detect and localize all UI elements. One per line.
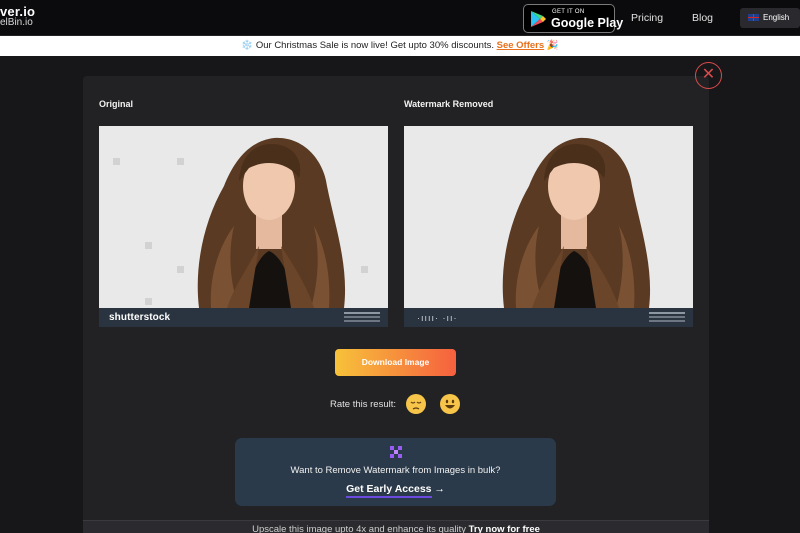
blurred-logo: ·ıııı· ·ıı·: [417, 313, 458, 323]
portrait-illustration: [99, 126, 388, 308]
google-play-caption: GET IT ON: [552, 9, 585, 15]
get-early-access-label: Get Early Access: [346, 483, 432, 498]
grid-logo-icon: [390, 446, 402, 458]
nav-pricing-link[interactable]: Pricing: [631, 12, 663, 24]
brand-subname: elBin.io: [0, 17, 33, 28]
google-play-badge[interactable]: GET IT ON Google Play: [523, 4, 623, 33]
upscale-banner: Upscale this image upto 4x and enhance i…: [83, 520, 709, 533]
original-image: shutterstock: [99, 126, 388, 327]
bulk-promo-box: Want to Remove Watermark from Images in …: [235, 438, 556, 506]
portrait-illustration-clean: [404, 126, 693, 308]
promo-text: Our Christmas Sale is now live! Get upto…: [255, 40, 494, 51]
image-id-text: [344, 312, 380, 314]
try-now-link[interactable]: Try now for free: [469, 524, 540, 533]
upscale-text: Upscale this image upto 4x and enhance i…: [252, 524, 466, 533]
cleaned-strip: ·ıııı· ·ıı·: [404, 308, 693, 327]
watermark-strip: shutterstock: [99, 308, 388, 327]
brand-logo[interactable]: ver.io elBin.io: [0, 4, 36, 28]
watermark-removed-label: Watermark Removed: [404, 99, 494, 109]
language-selector[interactable]: English: [740, 8, 800, 28]
bulk-text: Want to Remove Watermark from Images in …: [290, 465, 501, 476]
sad-face-icon[interactable]: [406, 394, 426, 414]
top-navigation: ver.io elBin.io GET IT ON Google Play Pr…: [0, 0, 800, 36]
brand-name: ver.io: [0, 4, 36, 19]
play-store-icon: [531, 11, 546, 27]
happy-face-icon[interactable]: [440, 394, 460, 414]
close-button[interactable]: ✕: [695, 62, 722, 89]
see-offers-link[interactable]: See Offers: [497, 40, 545, 51]
get-early-access-link[interactable]: Get Early Access →: [235, 483, 556, 498]
rate-label: Rate this result:: [330, 399, 396, 410]
party-popper-icon: 🎉: [546, 40, 559, 51]
image-id-text: [649, 312, 685, 314]
google-play-label: Google Play: [551, 16, 624, 30]
uk-flag-icon: [748, 14, 759, 21]
promo-banner: ❄️ Our Christmas Sale is now live! Get u…: [0, 36, 800, 56]
snowflake-icon: ❄️: [241, 40, 254, 51]
shutterstock-logo: shutterstock: [109, 312, 171, 323]
arrow-right-icon: →: [434, 483, 445, 495]
watermark-removed-image: ·ıııı· ·ıı·: [404, 126, 693, 327]
language-label: English: [763, 13, 790, 22]
download-image-button[interactable]: Download Image: [335, 349, 456, 376]
close-icon: ✕: [701, 66, 716, 83]
original-label: Original: [99, 99, 134, 109]
nav-blog-link[interactable]: Blog: [692, 12, 713, 24]
